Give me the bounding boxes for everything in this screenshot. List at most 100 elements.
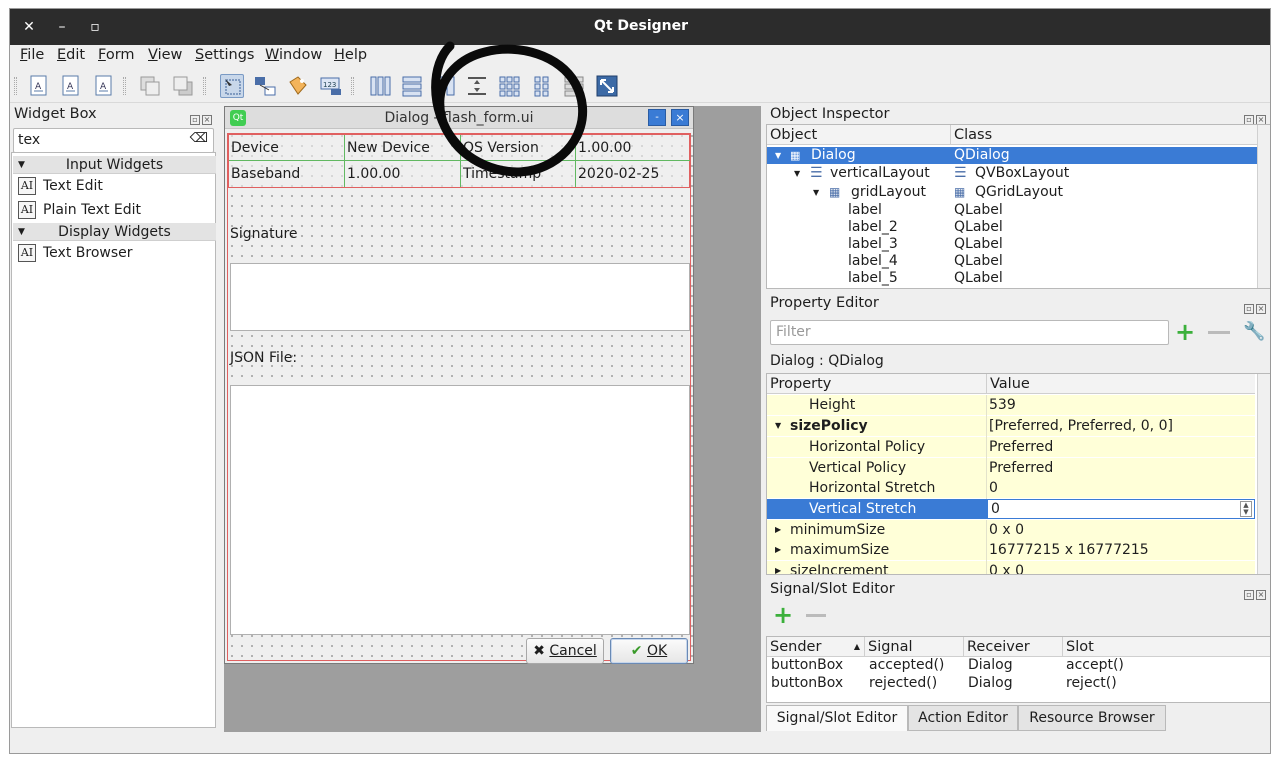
- signature-text-edit[interactable]: [230, 263, 690, 331]
- connection-row[interactable]: buttonBox rejected() Dialog reject(): [767, 675, 1270, 692]
- property-row-size-increment[interactable]: ▶ sizeIncrement 0 x 0: [767, 561, 1255, 574]
- bring-to-front-icon[interactable]: [171, 74, 195, 98]
- menu-edit[interactable]: Edit: [57, 47, 85, 63]
- layout-form-icon[interactable]: [530, 74, 554, 98]
- tree-row-label-3[interactable]: label_3 QLabel: [767, 236, 1257, 253]
- widget-filter-input[interactable]: tex ⌫: [13, 128, 214, 153]
- edit-tab-order-icon[interactable]: 123: [319, 74, 343, 98]
- layout-v-splitter-icon[interactable]: [465, 74, 489, 98]
- column-header-class[interactable]: Class: [951, 125, 1258, 145]
- signal-slot-table[interactable]: Sender ▲ Signal Receiver Slot buttonBox a…: [766, 636, 1270, 703]
- property-row-horizontal-stretch[interactable]: Horizontal Stretch 0: [767, 478, 1255, 499]
- category-display-widgets[interactable]: ▼ Display Widgets: [13, 223, 216, 241]
- new-form-icon[interactable]: A: [27, 74, 51, 98]
- edit-buddies-icon[interactable]: [286, 74, 310, 98]
- property-editor-scrollbar[interactable]: [1257, 374, 1270, 574]
- form-close-button[interactable]: ×: [671, 109, 689, 126]
- widget-item-plain-text-edit[interactable]: AI Plain Text Edit: [18, 200, 141, 220]
- property-row-vertical-policy[interactable]: Vertical Policy Preferred: [767, 458, 1255, 479]
- grid-value-timestamp[interactable]: 2020-02-25: [576, 161, 690, 187]
- remove-connection-icon[interactable]: [806, 614, 826, 617]
- clear-filter-icon[interactable]: ⌫: [190, 131, 208, 146]
- tree-row-label-2[interactable]: label_2 QLabel: [767, 219, 1257, 236]
- break-layout-icon[interactable]: [562, 74, 586, 98]
- column-header-receiver[interactable]: Receiver: [964, 637, 1063, 657]
- column-header-sender[interactable]: Sender ▲: [767, 637, 865, 657]
- layout-horizontal-icon[interactable]: [368, 74, 392, 98]
- object-inspector-scrollbar[interactable]: [1257, 125, 1270, 288]
- form-window[interactable]: Qt Dialog - flash_form.ui - × Device New…: [224, 106, 694, 664]
- form-minimize-button[interactable]: -: [648, 109, 666, 126]
- float-icon[interactable]: ▫: [1244, 304, 1254, 314]
- toolbar-handle[interactable]: [14, 77, 17, 95]
- menu-settings[interactable]: Settings: [195, 47, 255, 63]
- column-header-property[interactable]: Property: [767, 374, 987, 394]
- edit-signals-slots-icon[interactable]: [253, 74, 277, 98]
- send-to-back-icon[interactable]: [138, 74, 162, 98]
- layout-vertical-icon[interactable]: [400, 74, 424, 98]
- connection-row[interactable]: buttonBox accepted() Dialog accept(): [767, 657, 1270, 674]
- tab-action-editor[interactable]: Action Editor: [908, 705, 1018, 731]
- property-filter-input[interactable]: Filter: [770, 320, 1169, 345]
- close-icon[interactable]: ×: [202, 115, 212, 125]
- adjust-size-icon[interactable]: [595, 74, 619, 98]
- tree-row-label[interactable]: label QLabel: [767, 202, 1257, 219]
- float-icon[interactable]: ▫: [1244, 590, 1254, 600]
- close-icon[interactable]: ×: [1256, 304, 1266, 314]
- grid-label-os-version[interactable]: OS Version: [461, 135, 576, 161]
- layout-grid-icon[interactable]: [497, 74, 521, 98]
- menu-help[interactable]: Help: [334, 47, 367, 63]
- property-table[interactable]: Property Value Height 539 ▼ sizePolicy [Pre…: [766, 373, 1270, 575]
- open-form-icon[interactable]: A: [59, 74, 83, 98]
- menu-window[interactable]: Window: [265, 47, 322, 63]
- grid-value-os-version[interactable]: 1.00.00: [576, 135, 690, 161]
- add-connection-icon[interactable]: +: [773, 603, 793, 627]
- layout-h-splitter-icon[interactable]: [433, 74, 457, 98]
- column-header-slot[interactable]: Slot: [1063, 637, 1270, 657]
- property-row-maximum-size[interactable]: ▶ maximumSize 16777215 x 16777215: [767, 540, 1255, 561]
- object-inspector-tree[interactable]: Object Class ▼ ▦ Dialog QDialog ▼ ☰ vert…: [766, 124, 1270, 289]
- grid-layout[interactable]: Device New Device OS Version 1.00.00 Bas…: [228, 134, 690, 188]
- menu-file[interactable]: File: [20, 47, 44, 63]
- column-header-object[interactable]: Object: [767, 125, 951, 145]
- ok-button[interactable]: ✔ OK: [610, 638, 688, 664]
- property-row-size-policy[interactable]: ▼ sizePolicy [Preferred, Preferred, 0, 0]: [767, 416, 1255, 437]
- tab-signal-slot-editor[interactable]: Signal/Slot Editor: [766, 705, 908, 731]
- column-header-signal[interactable]: Signal: [865, 637, 964, 657]
- grid-label-timestamp[interactable]: Timestamp: [461, 161, 576, 187]
- tree-row-label-4[interactable]: label_4 QLabel: [767, 253, 1257, 270]
- grid-value-baseband[interactable]: 1.00.00: [345, 161, 461, 187]
- menu-view[interactable]: View: [148, 47, 182, 63]
- save-form-icon[interactable]: A: [92, 74, 116, 98]
- add-property-icon[interactable]: +: [1175, 320, 1195, 344]
- property-row-height[interactable]: Height 539: [767, 395, 1255, 416]
- property-row-minimum-size[interactable]: ▶ minimumSize 0 x 0: [767, 520, 1255, 541]
- category-input-widgets[interactable]: ▼ Input Widgets: [13, 156, 216, 174]
- remove-property-icon[interactable]: [1208, 331, 1230, 334]
- signature-label[interactable]: Signature: [230, 226, 298, 242]
- configure-wrench-icon[interactable]: 🔧: [1243, 321, 1265, 342]
- menu-form[interactable]: Form: [98, 47, 135, 63]
- vertical-stretch-spinbox[interactable]: 0 ▲ ▼: [987, 499, 1255, 519]
- grid-label-device[interactable]: Device: [229, 135, 345, 161]
- tree-row-dialog[interactable]: ▼ ▦ Dialog QDialog: [767, 147, 1257, 164]
- tree-row-label-5[interactable]: label_5 QLabel: [767, 270, 1257, 287]
- edit-widgets-icon[interactable]: [220, 74, 244, 98]
- spin-arrows-icon[interactable]: ▲ ▼: [1240, 501, 1252, 517]
- json-text-edit[interactable]: [230, 385, 690, 635]
- property-row-horizontal-policy[interactable]: Horizontal Policy Preferred: [767, 437, 1255, 458]
- json-file-label[interactable]: JSON File:: [230, 350, 297, 366]
- form-canvas[interactable]: Device New Device OS Version 1.00.00 Bas…: [225, 129, 693, 664]
- tree-row-vertical-layout[interactable]: ▼ ☰ verticalLayout ☰ QVBoxLayout: [767, 165, 1257, 182]
- widget-item-text-edit[interactable]: AI Text Edit: [18, 176, 103, 196]
- form-title-bar[interactable]: Qt Dialog - flash_form.ui - ×: [225, 107, 693, 129]
- float-icon[interactable]: ▫: [190, 115, 200, 125]
- tab-resource-browser[interactable]: Resource Browser: [1018, 705, 1166, 731]
- property-row-vertical-stretch[interactable]: Vertical Stretch 0 ▲ ▼: [767, 499, 1255, 520]
- grid-value-device[interactable]: New Device: [345, 135, 461, 161]
- grid-label-baseband[interactable]: Baseband: [229, 161, 345, 187]
- widget-item-text-browser[interactable]: AI Text Browser: [18, 243, 133, 263]
- close-icon[interactable]: ×: [1256, 590, 1266, 600]
- tree-row-grid-layout[interactable]: ▼ ▦ gridLayout ▦ QGridLayout: [767, 184, 1257, 201]
- column-header-value[interactable]: Value: [987, 374, 1255, 394]
